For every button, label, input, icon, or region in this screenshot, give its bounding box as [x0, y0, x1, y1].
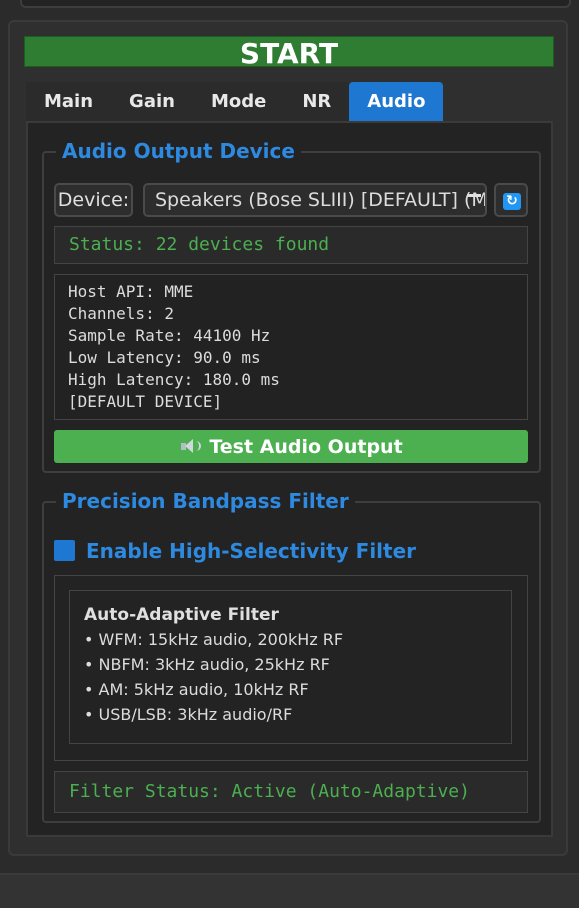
tab-nr[interactable]: NR: [284, 82, 350, 121]
tab-gain[interactable]: Gain: [111, 82, 193, 121]
tab-main[interactable]: Main: [26, 82, 112, 121]
device-status: Status: 22 devices found: [54, 226, 528, 264]
audio-output-group: Audio Output Device Device: Speakers (Bo…: [42, 138, 541, 473]
info-line: High Latency: 180.0 ms: [68, 370, 280, 389]
bandpass-filter-group: Precision Bandpass Filter Enable High-Se…: [42, 488, 541, 823]
tab-mode[interactable]: Mode: [192, 82, 285, 121]
filter-item: • WFM: 15kHz audio, 200kHz RF: [84, 630, 344, 649]
dropdown-arrow-icon[interactable]: [468, 194, 481, 197]
filter-item: • AM: 5kHz audio, 10kHz RF: [84, 680, 309, 699]
enable-filter-label: Enable High-Selectivity Filter: [86, 539, 417, 563]
test-audio-output-button[interactable]: Test Audio Output: [54, 430, 528, 463]
info-line: [DEFAULT DEVICE]: [68, 392, 223, 411]
bandpass-filter-title: Precision Bandpass Filter: [56, 488, 355, 514]
audio-tab-content: Audio Output Device Device: Speakers (Bo…: [26, 121, 553, 837]
tab-bar: Main Gain Mode NR Audio: [26, 82, 444, 121]
start-button[interactable]: START: [24, 36, 554, 70]
filter-info-box: Auto-Adaptive Filter • WFM: 15kHz audio,…: [69, 590, 512, 744]
info-line: Low Latency: 90.0 ms: [68, 348, 261, 367]
checkbox-checked-icon[interactable]: [54, 540, 75, 561]
device-label: Device:: [54, 183, 133, 217]
filter-status: Filter Status: Active (Auto-Adaptive): [54, 771, 528, 813]
filter-info-area[interactable]: Auto-Adaptive Filter • WFM: 15kHz audio,…: [54, 575, 528, 761]
info-line: Channels: 2: [68, 304, 174, 323]
device-select[interactable]: Speakers (Bose SLIII) [DEFAULT] (MME): [143, 183, 487, 217]
bottom-bar: [0, 873, 579, 908]
filter-item: • USB/LSB: 3kHz audio/RF: [84, 705, 293, 724]
speaker-icon: [179, 438, 202, 454]
info-line: Host API: MME: [68, 282, 194, 301]
enable-filter-checkbox[interactable]: Enable High-Selectivity Filter: [54, 539, 416, 564]
tab-audio[interactable]: Audio: [349, 82, 444, 121]
top-strip: [0, 0, 579, 8]
audio-output-title: Audio Output Device: [56, 138, 301, 164]
info-line: Sample Rate: 44100 Hz: [68, 326, 271, 345]
refresh-devices-button[interactable]: ↻: [494, 183, 528, 217]
device-select-value: Speakers (Bose SLIII) [DEFAULT] (MME): [155, 189, 487, 211]
test-audio-output-label: Test Audio Output: [209, 436, 403, 458]
filter-item: • NBFM: 3kHz audio, 25kHz RF: [84, 655, 330, 674]
device-info-box: Host API: MME Channels: 2 Sample Rate: 4…: [54, 274, 528, 420]
refresh-icon: ↻: [503, 193, 521, 210]
filter-heading: Auto-Adaptive Filter: [84, 605, 279, 625]
